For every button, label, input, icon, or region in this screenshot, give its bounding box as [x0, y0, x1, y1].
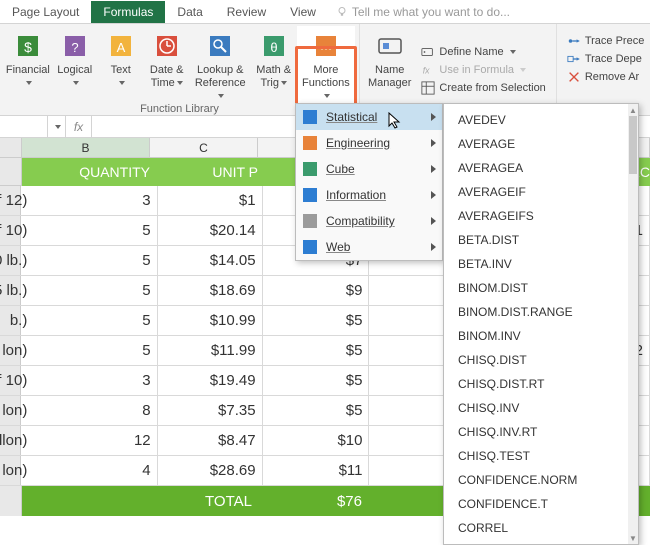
use-in-formula-button[interactable]: fxUse in Formula	[417, 61, 549, 79]
svg-text:fx: fx	[423, 65, 430, 75]
logical-button[interactable]: ?Logical	[52, 26, 98, 103]
header-unit-price: UNIT P	[150, 158, 258, 186]
svg-text:A: A	[116, 40, 125, 55]
trace-dependents-button[interactable]: Trace Depe	[563, 50, 649, 68]
submenu-information[interactable]: Information	[296, 182, 442, 208]
svg-text:?: ?	[71, 40, 78, 55]
name-box[interactable]	[0, 116, 48, 137]
scroll-thumb[interactable]	[629, 116, 637, 174]
lookup-button[interactable]: Lookup &Reference	[190, 26, 251, 103]
tab-formulas[interactable]: Formulas	[91, 1, 165, 23]
tell-me-search[interactable]: Tell me what you want to do...	[336, 5, 510, 19]
function-avedev[interactable]: AVEDEV	[444, 108, 638, 132]
submenu-web[interactable]: Web	[296, 234, 442, 260]
date-time-button[interactable]: Date &Time	[144, 26, 190, 103]
submenu-arrow-icon	[431, 243, 436, 251]
name-manager-button[interactable]: NameManager	[364, 26, 415, 113]
fx-icon: fx	[421, 63, 435, 77]
scrollbar[interactable]: ▲ ▼	[628, 104, 638, 544]
more-functions-button[interactable]: MoreFunctions	[297, 26, 355, 103]
function-binom-inv[interactable]: BINOM.INV	[444, 324, 638, 348]
svg-text:θ: θ	[270, 40, 277, 55]
submenu-arrow-icon	[431, 165, 436, 173]
function-chisq-test[interactable]: CHISQ.TEST	[444, 444, 638, 468]
tab-page-layout[interactable]: Page Layout	[0, 1, 91, 23]
submenu-arrow-icon	[431, 139, 436, 147]
tab-review[interactable]: Review	[215, 1, 278, 23]
lightbulb-icon	[336, 6, 348, 18]
remove-arrows-button[interactable]: Remove Ar	[563, 68, 649, 86]
svg-text:$: $	[24, 39, 32, 55]
function-confidence-t[interactable]: CONFIDENCE.T	[444, 492, 638, 516]
submenu-statistical[interactable]: Statistical	[296, 104, 442, 130]
col-header-b[interactable]: B	[22, 138, 150, 157]
total-label: TOTAL	[150, 486, 258, 516]
trace-precedents-button[interactable]: Trace Prece	[563, 32, 649, 50]
tag-icon	[421, 45, 435, 59]
name-box-dropdown[interactable]	[48, 116, 66, 137]
function-binom-dist-range[interactable]: BINOM.DIST.RANGE	[444, 300, 638, 324]
define-name-button[interactable]: Define Name	[417, 43, 549, 61]
submenu-arrow-icon	[431, 113, 436, 121]
function-averageif[interactable]: AVERAGEIF	[444, 180, 638, 204]
scroll-down-button[interactable]: ▼	[628, 532, 638, 544]
more-functions-menu: StatisticalEngineeringCubeInformationCom…	[295, 103, 443, 261]
submenu-compatibility[interactable]: Compatibility	[296, 208, 442, 234]
fx-symbol[interactable]: fx	[66, 116, 92, 137]
function-beta-dist[interactable]: BETA.DIST	[444, 228, 638, 252]
function-chisq-dist-rt[interactable]: CHISQ.DIST.RT	[444, 372, 638, 396]
function-chisq-inv-rt[interactable]: CHISQ.INV.RT	[444, 420, 638, 444]
category-icon	[302, 213, 318, 229]
category-icon	[302, 109, 318, 125]
text-button[interactable]: AText	[98, 26, 144, 103]
ribbon-tabs: Page Layout Formulas Data Review View Te…	[0, 0, 650, 24]
tab-view[interactable]: View	[278, 1, 328, 23]
function-beta-inv[interactable]: BETA.INV	[444, 252, 638, 276]
category-icon	[302, 161, 318, 177]
math-trig-button[interactable]: θMath &Trig	[251, 26, 297, 103]
remove-arrows-icon	[567, 70, 581, 84]
submenu-arrow-icon	[431, 191, 436, 199]
submenu-cube[interactable]: Cube	[296, 156, 442, 182]
header-quantity: QUANTITY	[22, 158, 150, 186]
col-header-c[interactable]: C	[150, 138, 258, 157]
scroll-up-button[interactable]: ▲	[628, 104, 638, 116]
tell-me-label: Tell me what you want to do...	[352, 5, 510, 19]
function-chisq-dist[interactable]: CHISQ.DIST	[444, 348, 638, 372]
function-confidence-norm[interactable]: CONFIDENCE.NORM	[444, 468, 638, 492]
trace-dep-icon	[567, 52, 581, 66]
function-average[interactable]: AVERAGE	[444, 132, 638, 156]
function-binom-dist[interactable]: BINOM.DIST	[444, 276, 638, 300]
grid-icon	[421, 81, 435, 95]
submenu-arrow-icon	[431, 217, 436, 225]
submenu-engineering[interactable]: Engineering	[296, 130, 442, 156]
category-icon	[302, 187, 318, 203]
category-icon	[302, 239, 318, 255]
select-all-corner[interactable]	[0, 138, 22, 157]
financial-button[interactable]: $Financial	[4, 26, 52, 103]
create-from-selection-button[interactable]: Create from Selection	[417, 79, 549, 97]
function-chisq-inv[interactable]: CHISQ.INV	[444, 396, 638, 420]
trace-prec-icon	[567, 34, 581, 48]
function-averageifs[interactable]: AVERAGEIFS	[444, 204, 638, 228]
tab-data[interactable]: Data	[165, 1, 214, 23]
function-correl[interactable]: CORREL	[444, 516, 638, 540]
total-value: $76	[258, 486, 368, 516]
statistical-functions-menu: ▲ ▼ AVEDEVAVERAGEAVERAGEAAVERAGEIFAVERAG…	[443, 103, 639, 545]
category-icon	[302, 135, 318, 151]
function-averagea[interactable]: AVERAGEA	[444, 156, 638, 180]
